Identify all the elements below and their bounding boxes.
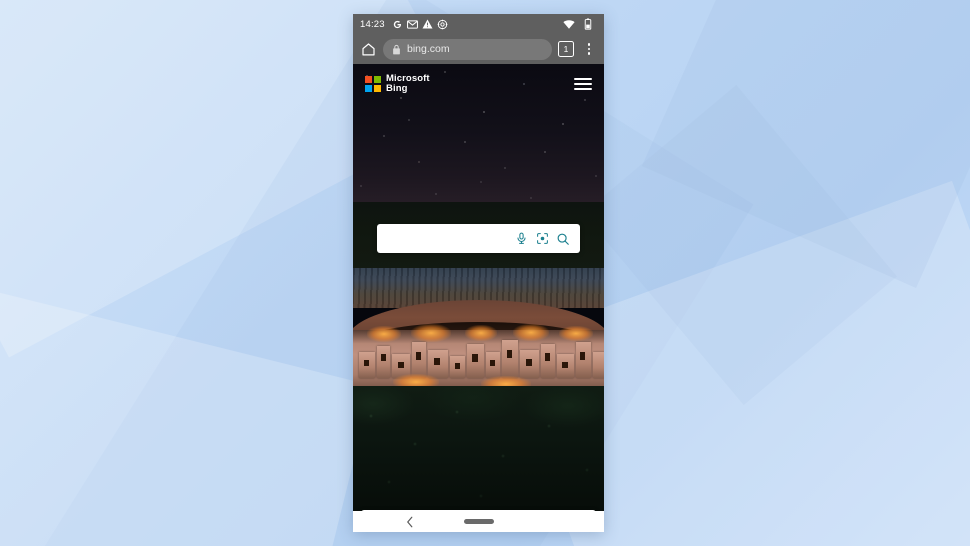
settings-gear-icon [437, 18, 449, 30]
ruin-window [580, 352, 585, 360]
cliff-dwelling-ruins [353, 324, 604, 392]
gesture-pill[interactable] [463, 519, 494, 524]
square-blue [365, 84, 373, 92]
status-bar-right-group [563, 18, 597, 30]
phone-screen: 14:23 bing.com 1 Microsoft Bing [353, 14, 604, 532]
ruin-window [398, 362, 404, 368]
google-icon [392, 18, 404, 30]
visual-search-icon[interactable] [533, 230, 551, 248]
wifi-icon [563, 18, 575, 30]
backdrop-facet [641, 0, 970, 289]
android-status-bar: 14:23 [353, 14, 604, 34]
foliage-texture [353, 386, 604, 511]
ruin-window [434, 358, 440, 365]
tab-counter-button[interactable]: 1 [558, 41, 574, 57]
warm-light-glow [465, 325, 497, 341]
bing-wordmark: Microsoft Bing [386, 74, 430, 94]
ruin-window [507, 350, 512, 358]
ruin-window [381, 354, 386, 361]
gmail-icon [407, 18, 419, 30]
home-icon[interactable] [359, 40, 377, 58]
three-dot-menu-icon[interactable] [580, 43, 598, 55]
backdrop-facet [583, 84, 897, 406]
search-box[interactable] [377, 224, 580, 253]
microsoft-bing-logo[interactable]: Microsoft Bing [365, 74, 430, 94]
back-chevron-icon[interactable] [403, 515, 417, 529]
browser-toolbar: bing.com 1 [353, 34, 604, 64]
ruin-window [416, 352, 421, 360]
bing-header: Microsoft Bing [353, 64, 604, 104]
ruin-window [364, 360, 369, 366]
battery-icon [582, 18, 594, 30]
square-yellow [373, 84, 381, 92]
warm-light-glow [367, 326, 401, 342]
microsoft-squares-icon [365, 76, 381, 92]
ruin-window [472, 354, 478, 362]
ruin-block [541, 344, 555, 378]
tab-count-label: 1 [563, 43, 569, 54]
ruin-block [377, 346, 390, 378]
ruin-window [545, 353, 550, 361]
ruin-window [455, 363, 460, 369]
warm-light-glow [559, 326, 593, 341]
backdrop-facet [0, 283, 373, 546]
ruin-block [502, 340, 518, 378]
url-bar[interactable]: bing.com [383, 38, 552, 60]
search-magnifier-icon[interactable] [554, 230, 572, 248]
hamburger-menu-icon[interactable] [574, 78, 592, 90]
square-green [373, 76, 381, 84]
search-area [377, 224, 580, 253]
brand-bing: Bing [386, 83, 408, 94]
warm-light-glow [411, 324, 451, 342]
hero-image-mesa-verde[interactable] [353, 64, 604, 511]
lock-icon [392, 44, 401, 55]
hero-caption-card[interactable]: Cliff dwellings in Mesa Verde National P… [361, 510, 596, 511]
foreground-foliage [353, 386, 604, 511]
ruin-block [593, 352, 604, 378]
square-red [365, 76, 373, 84]
url-text: bing.com [407, 43, 450, 55]
ruin-block [412, 342, 426, 378]
ruin-window [526, 359, 532, 366]
microphone-icon[interactable] [512, 230, 530, 248]
status-bar-clock: 14:23 [360, 18, 385, 30]
warm-light-glow [513, 324, 549, 341]
warning-triangle-icon [422, 18, 434, 30]
ruin-window [562, 362, 568, 368]
bing-web-view: Microsoft Bing [353, 64, 604, 511]
ruin-window [490, 360, 495, 366]
android-nav-bar [353, 511, 604, 532]
search-input[interactable] [387, 232, 509, 245]
ruin-block [576, 342, 591, 378]
